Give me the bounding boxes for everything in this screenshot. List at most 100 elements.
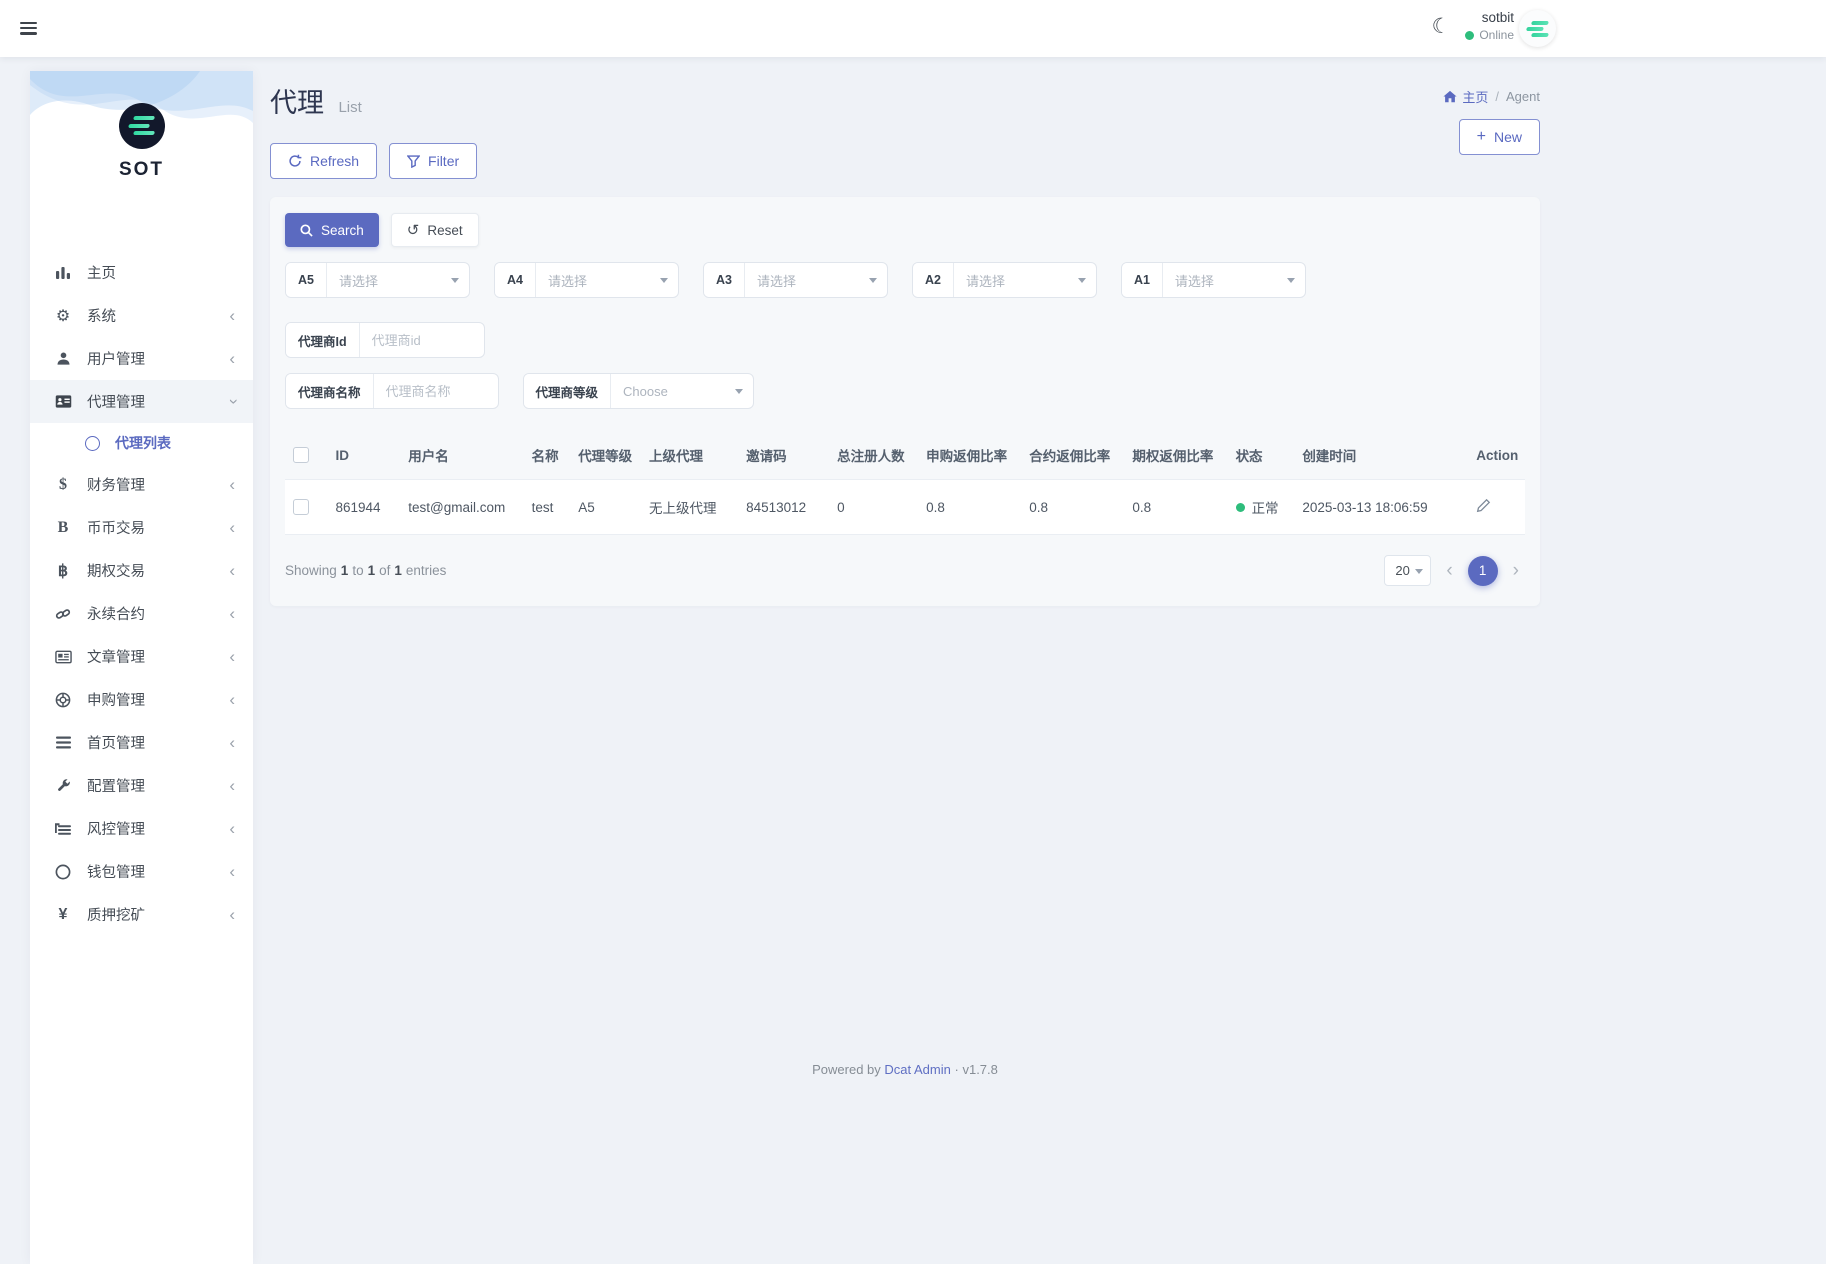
- col-header-username: 用户名: [400, 431, 523, 480]
- chevron-left-icon: ‹: [229, 476, 235, 493]
- home-icon: [1443, 90, 1457, 103]
- brand-name: SOT: [30, 159, 253, 181]
- caret-down-icon: [1078, 278, 1086, 283]
- col-header-status: 状态: [1228, 431, 1295, 480]
- cell-id: 861944: [327, 480, 400, 535]
- chevron-left-icon: ‹: [229, 605, 235, 622]
- user-status: Online: [1479, 28, 1514, 42]
- refresh-button[interactable]: Refresh: [270, 143, 377, 179]
- sidebar-item-home[interactable]: 主页: [30, 251, 253, 294]
- search-icon: [300, 224, 313, 237]
- coin-b-icon: B: [52, 519, 74, 537]
- agent-name-input[interactable]: [374, 374, 498, 408]
- cell-level: A5: [570, 480, 641, 535]
- sidebar-item-homepage-management[interactable]: 首页管理 ‹: [30, 721, 253, 764]
- a1-select[interactable]: 请选择: [1163, 263, 1305, 297]
- breadcrumb: 主页 / Agent: [1443, 87, 1540, 106]
- a3-select[interactable]: 请选择: [745, 263, 887, 297]
- sidebar-item-user-management[interactable]: 用户管理 ‹: [30, 337, 253, 380]
- a2-select[interactable]: 请选择: [954, 263, 1096, 297]
- a4-select[interactable]: 请选择: [536, 263, 678, 297]
- row-checkbox[interactable]: [293, 499, 309, 515]
- filter-button[interactable]: Filter: [389, 143, 477, 179]
- col-header-level: 代理等级: [570, 431, 641, 480]
- breadcrumb-home-link[interactable]: 主页: [1443, 87, 1488, 106]
- filter-select-a1: A1 请选择: [1121, 262, 1306, 298]
- sidebar-item-spot-trading[interactable]: B 币币交易 ‹: [30, 506, 253, 549]
- circle-o-icon: [52, 864, 74, 880]
- user-menu[interactable]: sotbit Online: [1408, 10, 1514, 42]
- sidebar-item-wallet-management[interactable]: 钱包管理 ‹: [30, 850, 253, 893]
- chevron-left-icon: ‹: [229, 350, 235, 367]
- caret-down-icon: [660, 278, 668, 283]
- user-icon: [52, 351, 74, 366]
- col-header-created-at: 创建时间: [1294, 431, 1468, 480]
- next-page-button[interactable]: ›: [1507, 561, 1525, 580]
- agent-level-select[interactable]: Choose: [611, 374, 753, 408]
- edit-button[interactable]: [1476, 498, 1491, 513]
- dcat-admin-link[interactable]: Dcat Admin: [884, 1062, 950, 1077]
- user-name: sotbit: [1408, 10, 1514, 25]
- funnel-icon: [407, 155, 420, 168]
- agent-id-input[interactable]: [360, 323, 484, 357]
- sidebar-item-subscription-management[interactable]: 申购管理 ‹: [30, 678, 253, 721]
- col-header-contract-rebate: 合约返佣比率: [1021, 431, 1124, 480]
- chevron-left-icon: ‹: [229, 307, 235, 324]
- chevron-left-icon: ‹: [229, 820, 235, 837]
- cell-username: test@gmail.com: [400, 480, 523, 535]
- plus-icon: +: [1477, 128, 1486, 146]
- page-1-button[interactable]: 1: [1468, 556, 1498, 586]
- avatar[interactable]: [1519, 10, 1556, 47]
- col-header-registrations: 总注册人数: [829, 431, 918, 480]
- agents-table: ID 用户名 名称 代理等级 上级代理 邀请码 总注册人数 申购返佣比率 合约返…: [285, 431, 1525, 535]
- sidebar-item-system[interactable]: ⚙ 系统 ‹: [30, 294, 253, 337]
- cell-created-at: 2025-03-13 18:06:59: [1294, 480, 1468, 535]
- col-header-option-rebate: 期权返佣比率: [1124, 431, 1227, 480]
- list-icon: [52, 822, 74, 835]
- col-header-invite-code: 邀请码: [738, 431, 829, 480]
- per-page-select[interactable]: 20: [1384, 555, 1431, 586]
- gear-icon: ⚙: [52, 306, 74, 326]
- caret-down-icon: [1287, 278, 1295, 283]
- yen-icon: ¥: [52, 906, 74, 924]
- filter-select-a3: A3 请选择: [703, 262, 888, 298]
- chevron-down-icon: ‹: [224, 399, 241, 405]
- chevron-left-icon: ‹: [229, 562, 235, 579]
- topbar: ☾ sotbit Online: [0, 0, 1826, 57]
- sidebar-item-options-trading[interactable]: ฿ 期权交易 ‹: [30, 549, 253, 592]
- bar-chart-icon: [52, 265, 74, 281]
- sidebar-item-agent-management[interactable]: 代理管理 ‹: [30, 380, 253, 423]
- sidebar-item-risk-management[interactable]: 风控管理 ‹: [30, 807, 253, 850]
- search-button[interactable]: Search: [285, 213, 379, 247]
- sidebar-item-finance[interactable]: $ 财务管理 ‹: [30, 463, 253, 506]
- sidebar-item-staking-mining[interactable]: ¥ 质押挖矿 ‹: [30, 893, 253, 936]
- sidebar-item-perpetual-contract[interactable]: 永续合约 ‹: [30, 592, 253, 635]
- main-content: 代理 List 主页 / Agent Refresh Filter + New: [270, 57, 1540, 606]
- chevron-left-icon: ‹: [229, 863, 235, 880]
- col-header-purchase-rebate: 申购返佣比率: [918, 431, 1021, 480]
- reset-button[interactable]: ↺ Reset: [391, 213, 479, 247]
- sidebar-item-article-management[interactable]: 文章管理 ‹: [30, 635, 253, 678]
- online-status-dot: [1465, 31, 1474, 40]
- entries-summary: Showing 1 to 1 of 1 entries: [285, 563, 446, 578]
- caret-down-icon: [451, 278, 459, 283]
- prev-page-button[interactable]: ‹: [1440, 561, 1458, 580]
- refresh-icon: [288, 154, 302, 168]
- new-button[interactable]: + New: [1459, 119, 1540, 155]
- dollar-icon: $: [52, 476, 74, 494]
- sidebar-nav: 主页 ⚙ 系统 ‹ 用户管理 ‹ 代理管理 ‹ 代理列表 $ 财: [30, 251, 253, 936]
- filter-agent-level: 代理商等级 Choose: [523, 373, 755, 409]
- cell-name: test: [524, 480, 571, 535]
- select-all-checkbox[interactable]: [293, 447, 309, 463]
- cell-purchase-rebate: 0.8: [918, 480, 1021, 535]
- life-ring-icon: [52, 692, 74, 708]
- sidebar-toggle-button[interactable]: [16, 16, 42, 40]
- brand-logo: [119, 103, 165, 149]
- sidebar-item-config-management[interactable]: 配置管理 ‹: [30, 764, 253, 807]
- sidebar-item-agent-list[interactable]: 代理列表: [30, 423, 253, 463]
- wrench-icon: [52, 778, 74, 793]
- id-card-icon: [52, 394, 74, 409]
- cell-parent: 无上级代理: [641, 480, 738, 535]
- a5-select[interactable]: 请选择: [327, 263, 469, 297]
- breadcrumb-current: Agent: [1506, 89, 1540, 104]
